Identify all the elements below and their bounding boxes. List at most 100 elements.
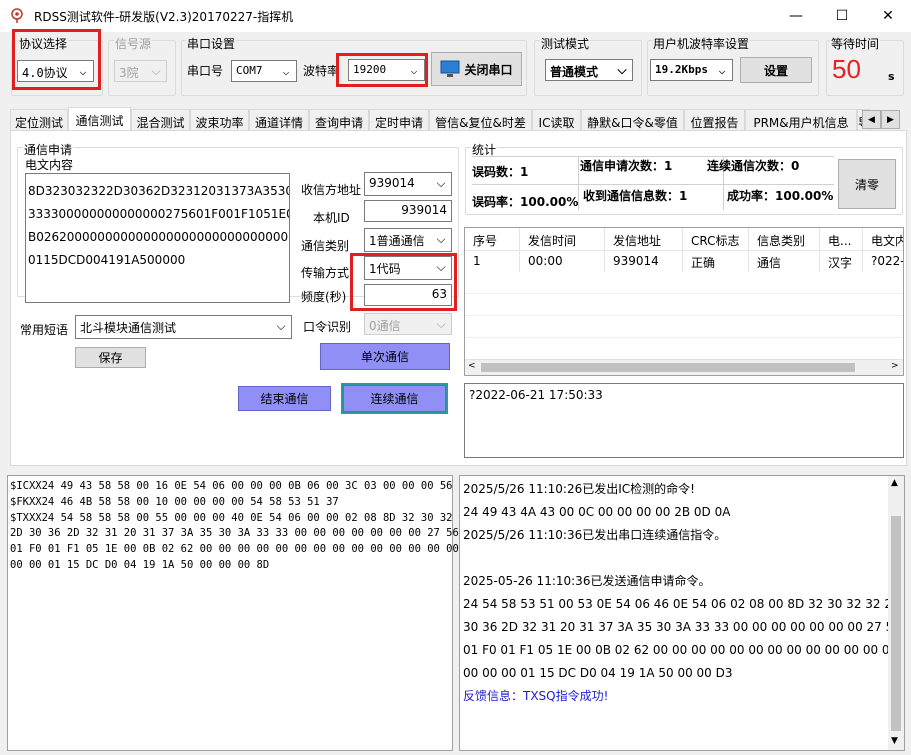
chevron-down-icon: ⌵ [282,64,290,78]
success-rate-label: 成功率： [727,189,776,203]
detail-textbox[interactable]: ?2022-06-21 17:50:33 [464,383,904,458]
table-cell: 1 [465,250,520,272]
chevron-down-icon: ⌵ [276,318,286,333]
scroll-thumb[interactable] [891,516,901,731]
table-header[interactable]: 信息类别 [749,228,820,250]
chevron-down-icon: ⌵ [617,62,627,77]
err-rate-label: 误码率： [472,195,521,209]
message-log-line: 2025-05-26 11:10:36已发送通信申请命令。 [463,574,711,588]
tab-panel: 通信申请 电文内容 8D323032322D30362D32312031373A… [10,130,907,466]
tab-communication[interactable]: 通信测试 [68,107,131,131]
recv-count-label: 收到通信信息数： [583,189,680,203]
table-header[interactable]: 电... [820,228,863,250]
hex-log-line: $FKXX24 46 4B 58 58 00 10 00 00 00 00 54… [10,495,339,508]
content-textarea[interactable]: 8D323032322D30362D32312031373A35303A 333… [25,173,290,303]
receiver-select[interactable]: 939014 ⌵ [364,172,452,196]
hex-log-line: $ICXX24 49 43 58 58 00 16 0E 54 06 00 00… [10,480,453,492]
apply-count-value: 1 [664,159,673,173]
table-cell: 939014 [605,250,683,272]
app-icon [11,8,23,23]
message-log[interactable]: 2025/5/26 11:10:26已发出IC检测的命令! 24 49 43 4… [459,475,905,751]
arrow-down-icon: ▼ [891,736,898,746]
maximize-button[interactable]: ☐ [819,0,865,32]
close-port-label: 关闭串口 [464,62,513,77]
trans-select[interactable]: 1代码 ⌵ [364,256,452,280]
tab-mgmt-reset[interactable]: 管信&复位&时差 [429,109,532,131]
tab-ic-read[interactable]: IC读取 [532,109,581,131]
content-line: 333300000000000000275601F001F1051E000 [28,207,290,221]
protocol-select[interactable]: 4.0协议 ⌵ [17,60,94,82]
clear-button[interactable]: 清零 [838,159,896,209]
test-mode-select[interactable]: 普通模式 ⌵ [545,59,633,81]
tab-silent-pwd[interactable]: 静默&口令&零值 [581,109,684,131]
tab-position-report[interactable]: 位置报告 [684,109,745,131]
protocol-label: 协议选择 [18,35,69,52]
trans-label: 传输方式 [301,266,350,280]
hex-log-line: 01 F0 01 F1 05 1E 00 0B 02 62 00 00 00 0… [10,543,459,556]
save-button[interactable]: 保存 [75,347,146,368]
stats-grid: 误码数：1 通信申请次数：1 连续通信次数：0 误码率：100.00% 收到通信… [472,156,834,210]
hex-log[interactable]: $ICXX24 49 43 58 58 00 16 0E 54 06 00 00… [7,475,471,751]
set-baud-button[interactable]: 设置 [740,57,812,83]
end-comm-button[interactable]: 结束通信 [238,386,331,411]
close-icon: ✕ [882,8,894,24]
content-label: 电文内容 [25,158,74,172]
message-log-scrollbar[interactable]: ▲ ▼ [888,476,904,750]
table-header[interactable]: 序号 [465,228,520,250]
tab-channel-detail[interactable]: 通道详情 [249,109,309,131]
minimize-button[interactable]: — [773,0,819,32]
chevron-down-icon: ⌵ [79,64,87,78]
err-count-value: 1 [520,165,529,179]
single-comm-button[interactable]: 单次通信 [320,343,450,370]
baud-value: 19200 [353,63,387,76]
message-log-line: 24 54 58 53 51 00 53 0E 54 06 46 0E 54 0… [463,597,902,611]
phrase-select[interactable]: 北斗模块通信测试 ⌵ [75,315,292,339]
chevron-down-icon: ⌵ [410,63,418,77]
local-id-field[interactable]: 939014 [364,200,452,222]
arrow-right-icon: > [891,361,899,371]
err-rate-value: 100.00% [520,195,579,209]
tab-query[interactable]: 查询申请 [309,109,369,131]
freq-field[interactable]: 63 [364,284,452,306]
tab-mixed[interactable]: 混合测试 [131,109,190,131]
tab-prm-user[interactable]: PRM&用户机信息 [745,109,857,131]
table-header[interactable]: 电文内 [863,228,903,250]
table-header[interactable]: CRC标志 [683,228,749,250]
tab-timing[interactable]: 定时申请 [369,109,429,131]
user-baud-label: 用户机波特率设置 [652,35,751,52]
table-header[interactable]: 发信时间 [520,228,605,250]
message-table: 序号 发信时间 发信地址 CRC标志 信息类别 电... 电文内 1 00:00… [464,227,904,376]
message-log-line: 00 00 00 01 15 DC D0 04 19 1A 50 00 00 D… [463,666,733,680]
baud-select[interactable]: 19200 ⌵ [348,59,425,81]
tab-positioning[interactable]: 定位测试 [10,109,68,131]
arrow-left-icon: < [468,361,476,371]
signal-source-select[interactable]: 3院 ⌵ [114,60,167,82]
table-cell: 00:00 [520,250,605,272]
tab-beam-power[interactable]: 波束功率 [190,109,249,131]
pwd-select[interactable]: 0通信 ⌵ [364,313,452,335]
table-row[interactable]: 1 00:00 939014 正确 通信 汉字 ?022- [465,250,903,272]
signal-source-label: 信号源 [114,35,153,52]
comm-type-select[interactable]: 1普通通信 ⌵ [364,228,452,252]
message-log-line: 24 49 43 4A 43 00 0C 00 00 00 00 2B 0D 0… [463,505,731,519]
monitor-icon [440,60,460,77]
tab-scroll-left-button[interactable]: ◀ [862,110,881,129]
continuous-comm-button[interactable]: 连续通信 [341,383,448,414]
table-hscrollbar[interactable]: < > [465,359,903,375]
close-window-button[interactable]: ✕ [865,0,911,32]
scroll-thumb[interactable] [481,363,855,372]
user-baud-select[interactable]: 19.2Kbps ⌵ [650,59,733,81]
close-port-button[interactable]: 关闭串口 [431,52,522,86]
arrow-right-icon: ▶ [887,114,894,125]
tab-scroll-right-button[interactable]: ▶ [881,110,900,129]
chevron-down-icon: ⌵ [436,316,446,331]
user-baud-value: 19.2Kbps [655,63,708,76]
maximize-icon: ☐ [835,8,849,24]
message-log-line: 2025/5/26 11:10:36已发出串口连续通信指令。 [463,528,727,542]
port-select[interactable]: COM7 ⌵ [231,60,297,82]
err-count-label: 误码数： [472,165,521,179]
test-mode-value: 普通模式 [550,65,599,79]
table-header[interactable]: 发信地址 [605,228,683,250]
message-log-line: 30 36 2D 32 31 20 31 37 3A 35 30 3A 33 3… [463,620,901,634]
hex-log-line: 2D 30 36 2D 32 31 20 31 37 3A 35 30 3A 3… [10,527,459,540]
